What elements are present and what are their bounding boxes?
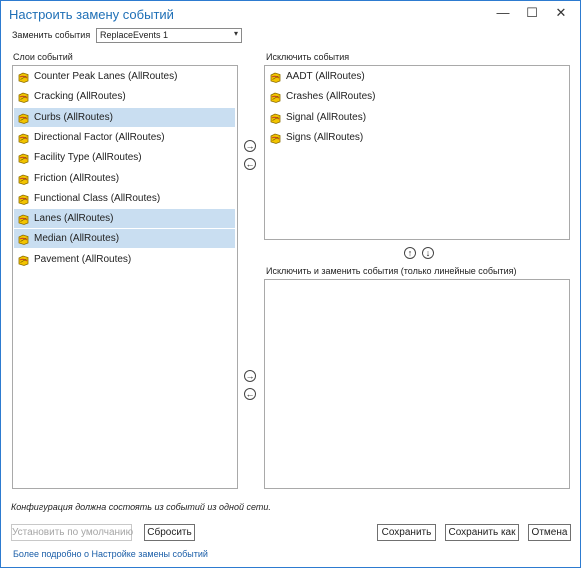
list-item-label: Functional Class (AllRoutes) [34,192,161,204]
list-item[interactable]: Lanes (AllRoutes) [14,209,235,229]
remove-from-exclude-button[interactable]: ← [244,158,256,170]
event-layer-icon [270,71,281,83]
list-item[interactable]: Pavement (AllRoutes) [14,250,235,269]
list-item[interactable]: Functional Class (AllRoutes) [14,189,235,208]
cancel-button[interactable]: Отмена [528,524,571,541]
list-item-label: Directional Factor (AllRoutes) [34,131,165,143]
event-layer-icon [270,132,281,144]
help-link[interactable]: Более подробно о Настройке замены событи… [13,549,208,559]
list-item-label: Signs (AllRoutes) [286,131,364,143]
list-item[interactable]: Friction (AllRoutes) [14,169,235,188]
list-item[interactable]: Directional Factor (AllRoutes) [14,128,235,147]
set-default-button[interactable]: Установить по умолчанию [11,524,133,541]
remove-from-exclude-replace-button[interactable]: ← [244,388,256,400]
minimize-button[interactable]: — [492,3,514,23]
list-item[interactable]: Counter Peak Lanes (AllRoutes) [14,67,235,86]
config-note: Конфигурация должна состоять из событий … [11,502,271,512]
event-layer-icon [18,71,29,83]
dialog-window: Настроить замену событий — ☐ ✕ Заменить … [0,0,581,568]
event-layer-icon [18,152,29,165]
list-item[interactable]: Signs (AllRoutes) [266,128,487,147]
list-item-label: Median (AllRoutes) [34,233,120,245]
replace-events-label: Заменить события [12,30,91,40]
list-item[interactable]: Median (AllRoutes) [14,229,235,249]
list-item-label: Lanes (AllRoutes) [34,213,114,225]
event-layers-label: Слои событий [13,52,73,62]
event-layer-icon [18,173,29,185]
list-item[interactable]: Crashes (AllRoutes) [266,87,487,106]
add-to-exclude-replace-button[interactable]: → [244,370,256,382]
exclude-events-list[interactable]: AADT (AllRoutes) Crashes (AllRoutes) Signa… [264,65,570,240]
move-down-button[interactable]: ↓ [422,247,434,259]
list-item[interactable]: Cracking (AllRoutes) [14,87,235,106]
list-item[interactable]: Curbs (AllRoutes) [14,107,235,127]
event-layer-icon [18,91,29,104]
list-item-label: Curbs (AllRoutes) [34,111,113,123]
exclude-replace-label: Исключить и заменить события (только лин… [266,266,517,276]
add-to-exclude-button[interactable]: → [244,140,256,152]
list-item-label: Friction (AllRoutes) [34,172,120,184]
exclude-replace-list[interactable] [264,279,570,489]
list-item-label: Pavement (AllRoutes) [34,253,132,265]
list-item[interactable]: Signal (AllRoutes) [266,108,487,127]
list-item-label: AADT (AllRoutes) [286,71,365,82]
close-button[interactable]: ✕ [550,3,572,23]
event-layer-icon [18,112,29,124]
event-layer-icon [18,213,29,226]
maximize-button[interactable]: ☐ [521,3,543,23]
list-item[interactable]: Facility Type (AllRoutes) [14,148,235,167]
event-layer-icon [18,233,29,246]
event-layers-list[interactable]: Counter Peak Lanes (AllRoutes) Cracking (… [12,65,238,489]
event-layer-icon [18,254,29,266]
exclude-events-label: Исключить события [266,52,350,62]
save-as-button[interactable]: Сохранить как [445,524,519,541]
event-layer-icon [18,193,29,205]
list-item[interactable]: AADT (AllRoutes) [266,67,487,86]
reset-button[interactable]: Сбросить [144,524,195,541]
list-item-label: Cracking (AllRoutes) [34,91,126,103]
list-item-label: Facility Type (AllRoutes) [34,152,142,164]
replace-events-dropdown[interactable]: ReplaceEvents 1 ▾ [96,28,242,43]
dialog-title: Настроить замену событий [9,7,174,22]
event-layer-icon [18,132,29,144]
list-item-label: Signal (AllRoutes) [286,111,367,123]
event-layer-icon [270,91,281,104]
save-button[interactable]: Сохранить [377,524,436,541]
list-item-label: Crashes (AllRoutes) [286,91,376,103]
move-up-button[interactable]: ↑ [404,247,416,259]
chevron-down-icon: ▾ [233,29,238,38]
list-item-label: Counter Peak Lanes (AllRoutes) [34,71,178,82]
replace-events-value: ReplaceEvents 1 [100,30,169,40]
event-layer-icon [270,112,281,124]
